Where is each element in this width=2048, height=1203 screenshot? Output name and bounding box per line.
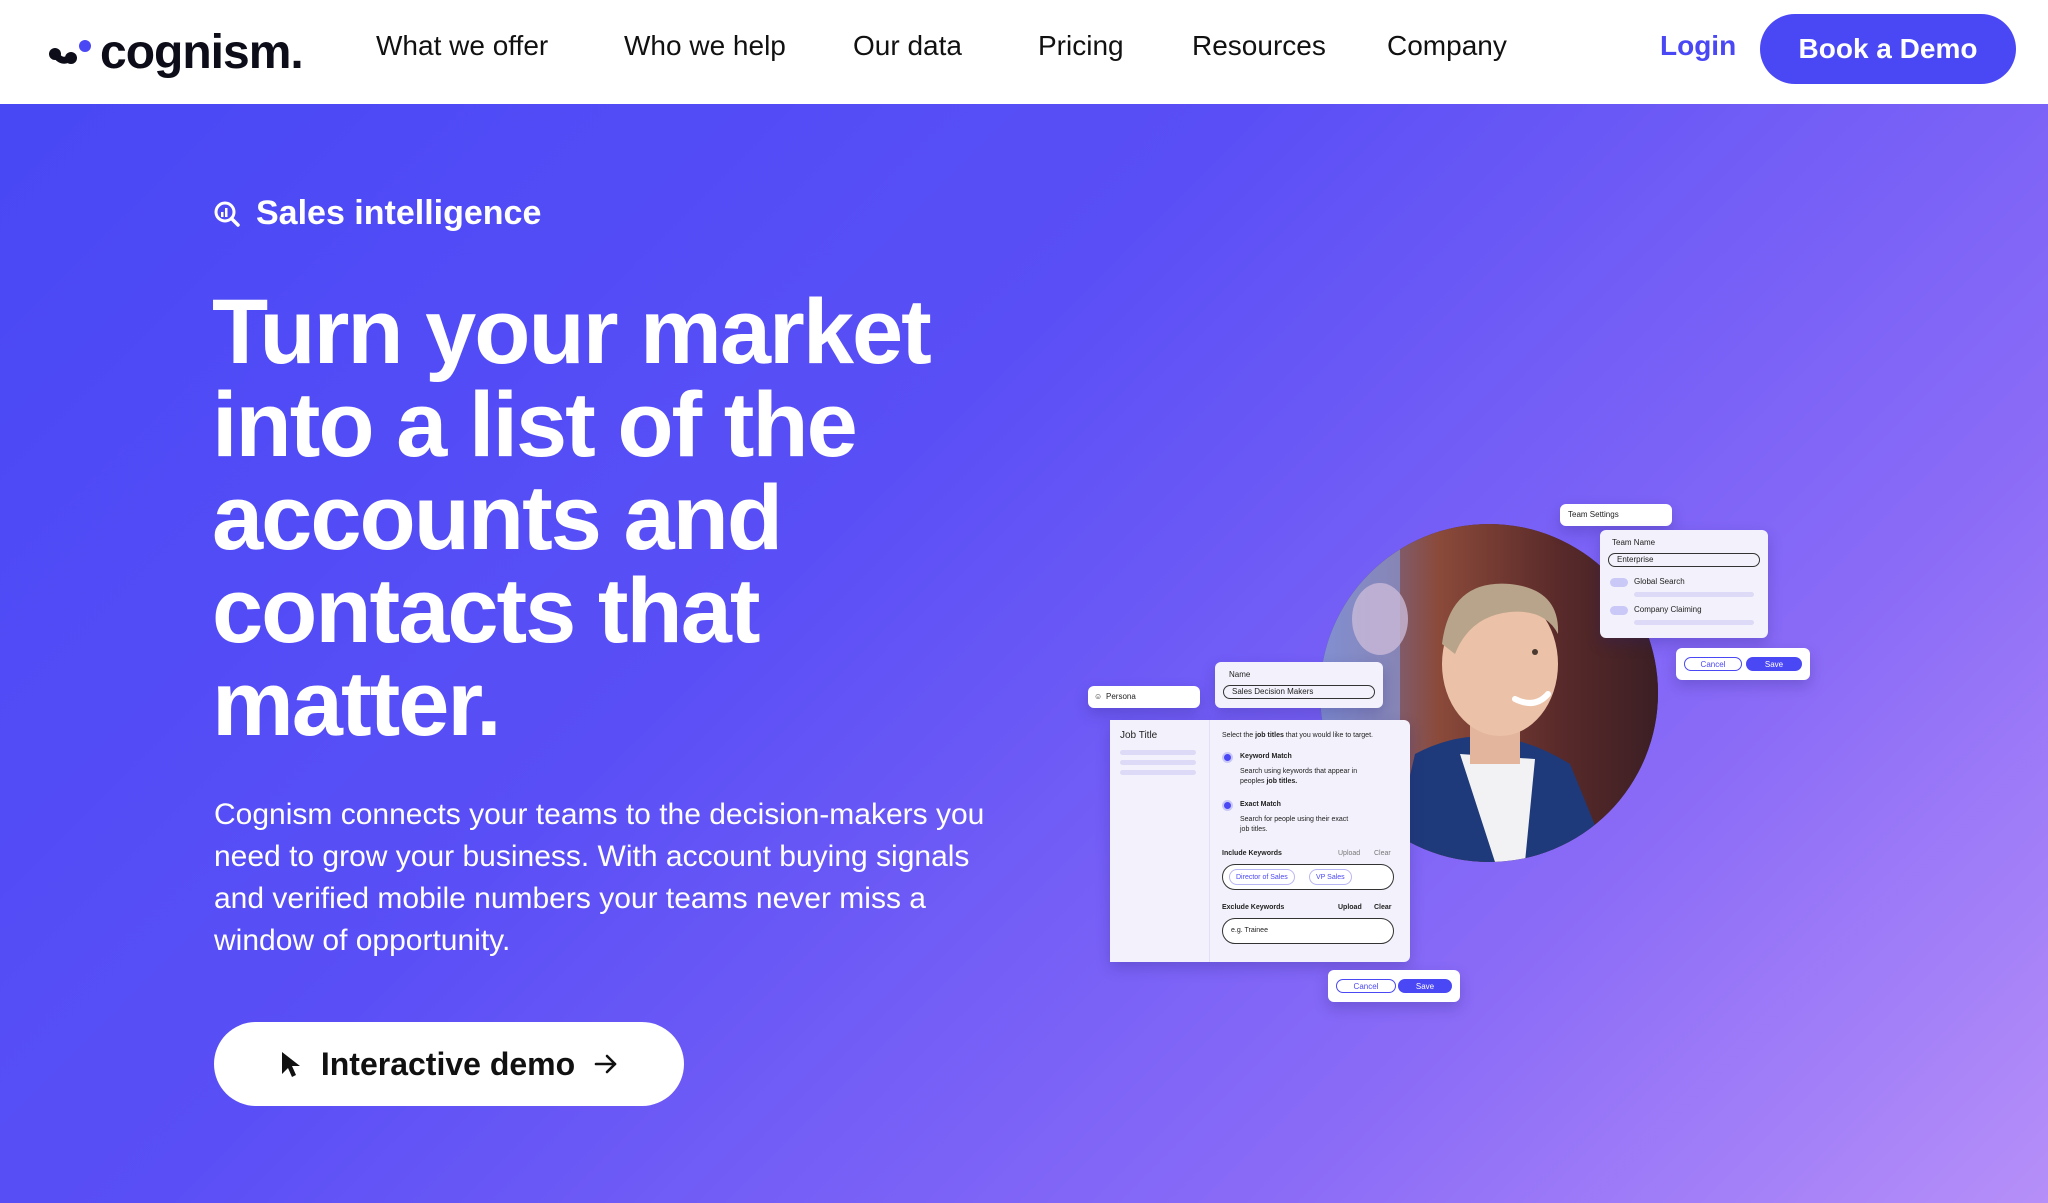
- include-tag[interactable]: Director of Sales: [1229, 869, 1295, 885]
- nav-company[interactable]: Company: [1387, 30, 1507, 62]
- hero-headline: Turn your market into a list of the acco…: [212, 281, 932, 755]
- hero-illustration: Team Settings Team Name Enterprise Globa…: [1080, 394, 1820, 1014]
- top-navigation: cognism. What we offer Who we help Our d…: [0, 0, 2048, 104]
- placeholder-line: [1634, 620, 1754, 625]
- exclude-clear-link[interactable]: Clear: [1374, 904, 1392, 911]
- exact-match-radio[interactable]: [1222, 800, 1233, 811]
- logo-mark-icon: [49, 40, 91, 64]
- include-keywords-input[interactable]: Director of Sales VP Sales: [1222, 864, 1394, 890]
- keyword-match-desc-2: peoples job titles.: [1240, 778, 1298, 785]
- nav-pricing[interactable]: Pricing: [1038, 30, 1124, 62]
- persona-tab[interactable]: ☺ Persona: [1088, 686, 1200, 708]
- team-settings-card: Team Name Enterprise Global Search Compa…: [1600, 530, 1768, 638]
- exclude-placeholder: e.g. Trainee: [1231, 927, 1268, 934]
- team-name-label: Team Name: [1612, 538, 1656, 547]
- include-tag[interactable]: VP Sales: [1309, 869, 1352, 885]
- placeholder-line: [1120, 770, 1196, 775]
- exact-match-desc-2: job titles.: [1240, 826, 1268, 833]
- job-title-sidebar: Job Title: [1110, 720, 1210, 962]
- exclude-upload-link[interactable]: Upload: [1338, 904, 1362, 911]
- team-name-input[interactable]: Enterprise: [1608, 553, 1760, 567]
- arrow-right-icon: [594, 1054, 617, 1074]
- global-search-label: Global Search: [1634, 577, 1685, 586]
- keyword-match-radio[interactable]: [1222, 752, 1233, 763]
- team-settings-tab[interactable]: Team Settings: [1560, 504, 1672, 526]
- team-cancel-button[interactable]: Cancel: [1684, 657, 1742, 671]
- company-claiming-toggle[interactable]: [1610, 606, 1628, 615]
- exact-match-desc-1: Search for people using their exact: [1240, 816, 1349, 823]
- nav-our-data[interactable]: Our data: [853, 30, 962, 62]
- placeholder-line: [1120, 760, 1196, 765]
- persona-actions: Cancel Save: [1328, 970, 1460, 1002]
- hero-eyebrow: Sales intelligence: [214, 194, 541, 233]
- keyword-match-desc-1: Search using keywords that appear in: [1240, 768, 1358, 775]
- cognism-logo[interactable]: cognism.: [48, 24, 304, 80]
- interactive-demo-label: Interactive demo: [320, 1045, 576, 1082]
- exact-match-label: Exact Match: [1240, 801, 1281, 808]
- persona-save-button[interactable]: Save: [1398, 979, 1452, 993]
- persona-name-input[interactable]: Sales Decision Makers: [1223, 685, 1375, 699]
- persona-cancel-button[interactable]: Cancel: [1336, 979, 1396, 993]
- placeholder-line: [1634, 592, 1754, 597]
- persona-name-label: Name: [1229, 670, 1251, 679]
- exclude-keywords-input[interactable]: e.g. Trainee: [1222, 918, 1394, 944]
- placeholder-line: [1120, 750, 1196, 755]
- job-title-label: Job Title: [1120, 730, 1158, 741]
- include-keywords-label: Include Keywords: [1222, 850, 1282, 857]
- cursor-icon: [281, 1052, 300, 1077]
- logo-wordmark: cognism.: [100, 25, 304, 79]
- include-clear-link[interactable]: Clear: [1374, 850, 1391, 857]
- team-settings-tab-label: Team Settings: [1568, 510, 1619, 519]
- nav-resources[interactable]: Resources: [1192, 30, 1326, 62]
- company-claiming-label: Company Claiming: [1634, 605, 1702, 614]
- nav-who-we-help[interactable]: Who we help: [624, 30, 786, 62]
- job-title-card: Job Title Select the job titles that you…: [1110, 720, 1410, 962]
- person-icon: ☺: [1094, 692, 1103, 701]
- interactive-demo-button[interactable]: Interactive demo: [214, 1022, 684, 1106]
- hero-section: Sales intelligence Turn your market into…: [0, 104, 2048, 1203]
- include-upload-link[interactable]: Upload: [1338, 850, 1360, 857]
- job-title-instruction: Select the job titles that you would lik…: [1222, 732, 1373, 739]
- keyword-match-label: Keyword Match: [1240, 753, 1292, 760]
- book-demo-button[interactable]: Book a Demo: [1760, 14, 2016, 84]
- nav-what-we-offer[interactable]: What we offer: [376, 30, 548, 62]
- eyebrow-label: Sales intelligence: [256, 194, 542, 232]
- team-settings-actions: Cancel Save: [1676, 648, 1810, 680]
- persona-tab-label: Persona: [1106, 692, 1136, 701]
- hero-subtext: Cognism connects your teams to the decis…: [214, 798, 985, 957]
- exclude-keywords-label: Exclude Keywords: [1222, 904, 1285, 911]
- search-chart-icon: [214, 201, 240, 227]
- global-search-toggle[interactable]: [1610, 578, 1628, 587]
- team-save-button[interactable]: Save: [1746, 657, 1802, 671]
- persona-name-card: Name Sales Decision Makers: [1215, 662, 1383, 708]
- login-link[interactable]: Login: [1660, 30, 1736, 62]
